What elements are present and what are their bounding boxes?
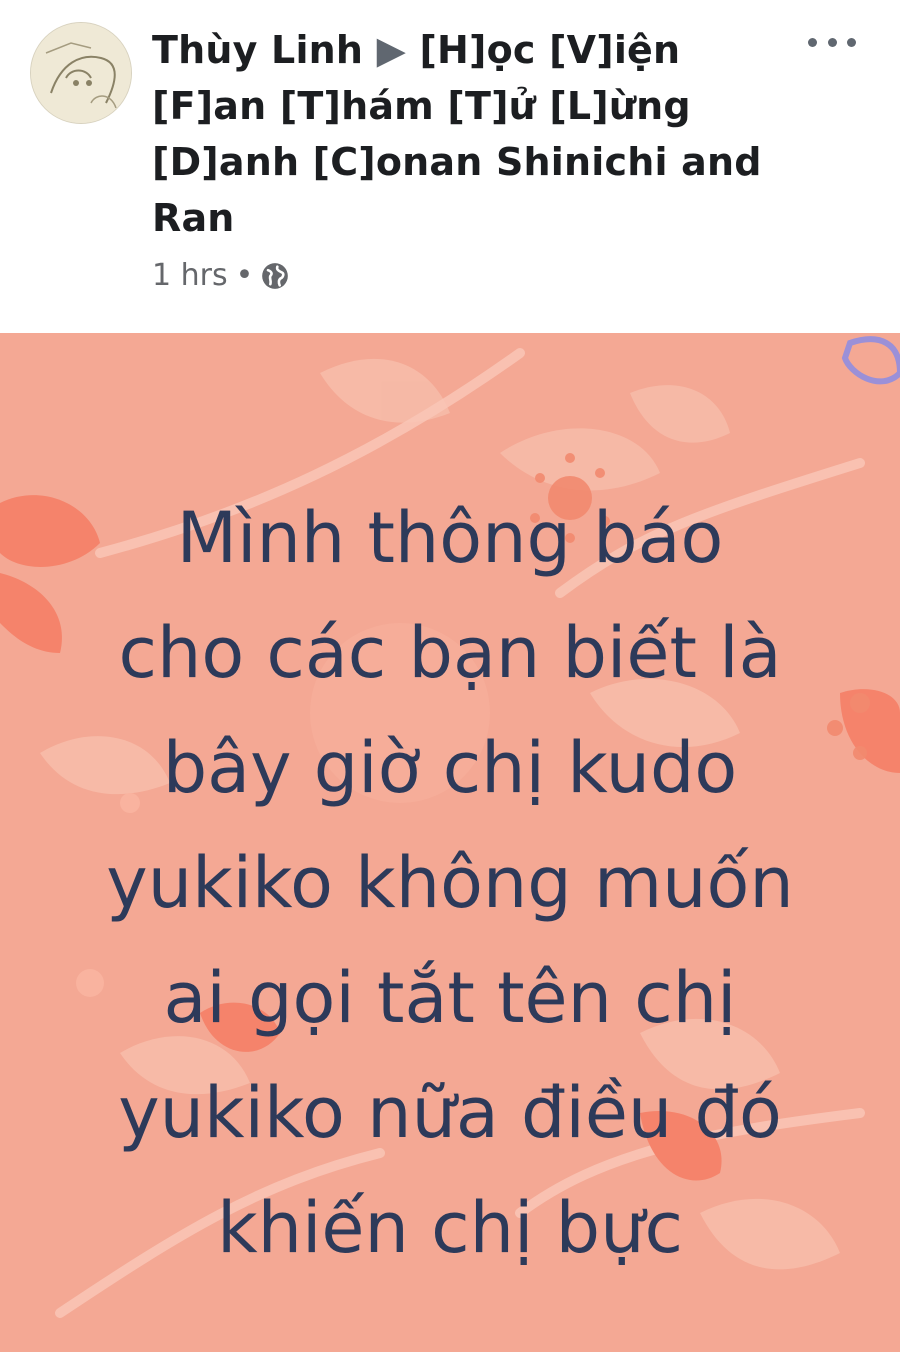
more-icon	[847, 37, 856, 47]
meta-dot: •	[235, 258, 254, 293]
more-icon	[808, 37, 817, 47]
arrow-icon: ▶	[376, 28, 407, 72]
avatar[interactable]	[30, 22, 132, 124]
post-title: Thùy Linh ▶ [H]ọc [V]iện [F]an [T]hám [T…	[152, 22, 792, 246]
author-name[interactable]: Thùy Linh	[152, 28, 363, 72]
post-time[interactable]: 1 hrs	[152, 258, 228, 293]
more-options-button[interactable]	[808, 28, 856, 56]
post-image[interactable]: Mình thông báo cho các bạn biết là bây g…	[0, 333, 900, 1352]
post-meta: 1 hrs •	[152, 258, 289, 293]
avatar-drawing	[31, 23, 131, 123]
post-header: Thùy Linh ▶ [H]ọc [V]iện [F]an [T]hám [T…	[0, 0, 900, 333]
post-image-text: Mình thông báo cho các bạn biết là bây g…	[106, 497, 794, 1269]
more-icon	[827, 37, 837, 47]
globe-icon[interactable]	[261, 262, 289, 290]
